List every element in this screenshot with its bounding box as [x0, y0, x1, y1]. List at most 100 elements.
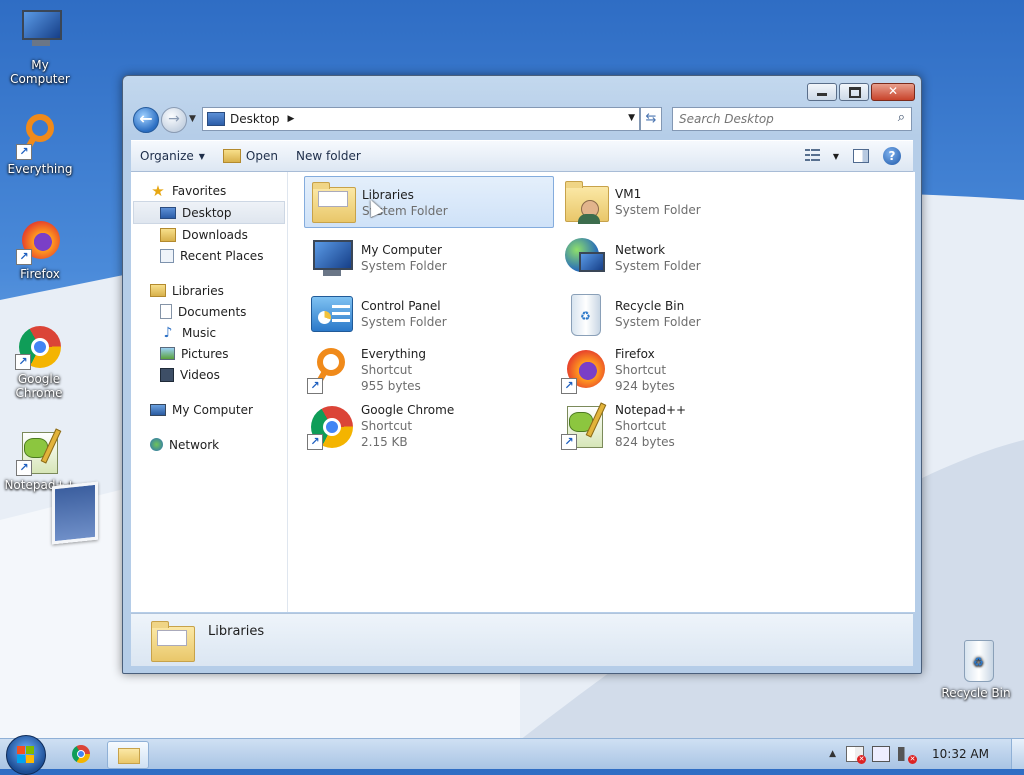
- details-name: Libraries: [208, 624, 265, 639]
- nav-label: Music: [182, 325, 217, 340]
- nav-label: Libraries: [172, 283, 224, 298]
- item-type: System Folder: [615, 203, 701, 217]
- item-network[interactable]: Network System Folder: [558, 232, 808, 284]
- nav-recent-places[interactable]: Recent Places: [131, 245, 287, 266]
- item-type: Shortcut: [615, 419, 667, 433]
- nav-libraries[interactable]: Libraries: [131, 280, 287, 301]
- nav-my-computer[interactable]: My Computer: [131, 399, 287, 420]
- explorer-window: ✕ ← → ▼ Desktop ▶ ▼ ⇆ ⌕ Organize ▼ Open …: [122, 75, 922, 674]
- desktop-icon-my-computer[interactable]: My Computer: [0, 8, 80, 86]
- search-input[interactable]: [673, 108, 881, 130]
- network-tray-icon[interactable]: [872, 746, 891, 762]
- organize-button[interactable]: Organize ▼: [131, 143, 214, 169]
- network-icon: [150, 438, 163, 451]
- show-hidden-icons-icon[interactable]: ▲: [829, 749, 836, 759]
- help-icon[interactable]: ?: [883, 147, 901, 165]
- search-box[interactable]: ⌕: [672, 107, 912, 131]
- desktop-icon-chrome[interactable]: ↗ Google Chrome: [0, 322, 78, 400]
- chevron-down-icon: ▼: [198, 151, 205, 161]
- recent-pages-dropdown[interactable]: ▼: [189, 114, 196, 124]
- nav-favorites[interactable]: ★ Favorites: [131, 180, 287, 201]
- nav-network[interactable]: Network: [131, 434, 287, 455]
- maximize-button[interactable]: [839, 83, 869, 101]
- my-computer-icon: [16, 8, 64, 56]
- desktop-icon: [207, 112, 225, 126]
- change-view-button[interactable]: ▼: [804, 149, 839, 163]
- desktop-icon-label: Everything: [7, 162, 73, 176]
- desktop-icon-firefox[interactable]: ↗ Firefox: [0, 217, 80, 281]
- nav-pictures[interactable]: Pictures: [131, 343, 287, 364]
- address-bar[interactable]: Desktop ▶ ▼: [202, 107, 640, 131]
- search-icon: ⌕: [897, 110, 905, 125]
- volume-icon[interactable]: ✕: [898, 747, 918, 764]
- item-notepadpp[interactable]: ↗ Notepad++ Shortcut 824 bytes: [558, 400, 808, 454]
- caption-buttons: ✕: [807, 83, 915, 101]
- show-desktop-button[interactable]: [1011, 739, 1024, 769]
- item-recycle-bin[interactable]: ♻ Recycle Bin System Folder: [558, 288, 808, 340]
- item-firefox[interactable]: ↗ Firefox Shortcut 924 bytes: [558, 344, 808, 398]
- item-vm1[interactable]: VM1 System Folder: [558, 176, 808, 228]
- nav-label: Favorites: [172, 183, 227, 198]
- command-bar: Organize ▼ Open New folder ▼ ?: [131, 140, 913, 172]
- item-name: Notepad++: [615, 403, 687, 417]
- action-center-icon[interactable]: ✕: [846, 746, 867, 764]
- forward-button[interactable]: →: [161, 107, 187, 133]
- open-button[interactable]: Open: [214, 143, 287, 169]
- taskbar-explorer[interactable]: [107, 741, 149, 769]
- desktop-icon: [160, 206, 176, 219]
- item-everything[interactable]: ↗ Everything Shortcut 955 bytes: [304, 344, 554, 398]
- notepadpp-icon: ↗: [561, 402, 609, 450]
- start-button[interactable]: [6, 735, 46, 775]
- item-type: Shortcut: [615, 363, 667, 377]
- address-dropdown-icon[interactable]: ▼: [628, 113, 635, 123]
- desktop-icon-notepadpp[interactable]: ↗ Notepad++: [0, 428, 80, 492]
- libraries-folder-icon: [149, 618, 197, 662]
- recycle-bin-icon: ♻: [952, 636, 1000, 684]
- item-control-panel[interactable]: Control Panel System Folder: [304, 288, 554, 340]
- music-icon: ♪: [163, 324, 173, 341]
- videos-icon: [160, 367, 174, 382]
- details-pane: Libraries: [131, 613, 913, 666]
- nav-music[interactable]: ♪ Music: [131, 322, 287, 343]
- item-type: System Folder: [615, 315, 701, 329]
- nav-downloads[interactable]: Downloads: [131, 224, 287, 245]
- nav-label: Pictures: [181, 346, 229, 361]
- item-my-computer[interactable]: My Computer System Folder: [304, 232, 554, 284]
- nav-label: My Computer: [172, 402, 253, 417]
- views-icon: [804, 149, 821, 163]
- desktop-icon-everything[interactable]: ↗ Everything: [0, 112, 80, 176]
- item-google-chrome[interactable]: ↗ Google Chrome Shortcut 2.15 KB: [304, 400, 554, 454]
- desktop-icon-label: My Computer: [10, 58, 70, 86]
- file-list: Libraries System Folder VM1 System Folde…: [288, 172, 915, 612]
- nav-label: Desktop: [182, 205, 232, 220]
- preview-pane-icon[interactable]: [853, 149, 869, 163]
- libraries-folder-icon: [308, 179, 356, 227]
- item-libraries[interactable]: Libraries System Folder: [304, 176, 554, 228]
- breadcrumb-chevron-icon[interactable]: ▶: [288, 114, 295, 124]
- item-name: Control Panel: [361, 299, 441, 313]
- back-button[interactable]: ←: [133, 107, 159, 133]
- nav-desktop[interactable]: Desktop: [133, 201, 285, 224]
- chrome-icon: ↗: [307, 402, 355, 450]
- minimize-button[interactable]: [807, 83, 837, 101]
- taskbar-chrome[interactable]: [60, 741, 100, 767]
- new-folder-button[interactable]: New folder: [287, 143, 370, 169]
- nav-label: Downloads: [182, 227, 248, 242]
- nav-videos[interactable]: Videos: [131, 364, 287, 385]
- desktop-icon-recycle-bin[interactable]: ♻ Recycle Bin: [936, 636, 1016, 700]
- window-body: ★ Favorites Desktop Downloads Recent Pla…: [131, 172, 915, 612]
- control-panel-icon: [307, 290, 355, 338]
- clock[interactable]: 10:32 AM: [932, 747, 989, 761]
- notepadpp-icon: ↗: [16, 428, 64, 476]
- chrome-icon: [72, 745, 90, 763]
- my-computer-icon: [307, 234, 355, 282]
- breadcrumb-desktop[interactable]: Desktop: [230, 112, 280, 126]
- refresh-button[interactable]: ⇆: [640, 107, 662, 131]
- chevron-down-icon[interactable]: ▼: [833, 152, 839, 161]
- item-name: Everything: [361, 347, 426, 361]
- address-row: ← → ▼ Desktop ▶ ▼ ⇆ ⌕: [131, 106, 913, 133]
- desktop-icon-label: Recycle Bin: [941, 686, 1011, 700]
- computer-icon: [150, 403, 166, 416]
- nav-documents[interactable]: Documents: [131, 301, 287, 322]
- close-button[interactable]: ✕: [871, 83, 915, 101]
